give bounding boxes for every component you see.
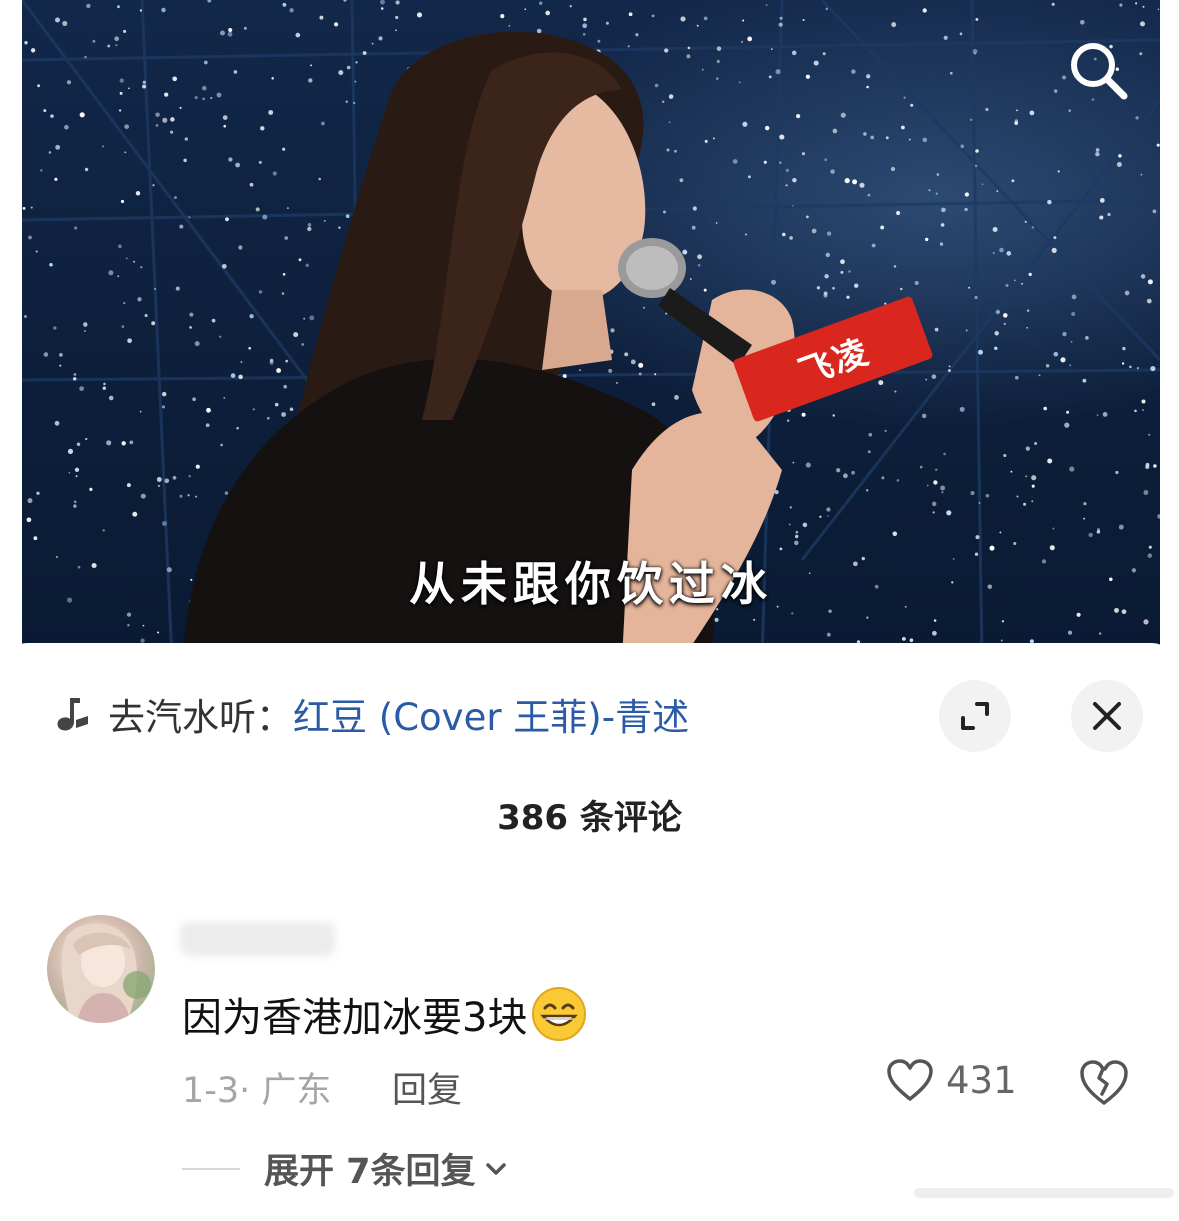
expand-replies-button[interactable]: 展开 7条回复	[182, 1143, 510, 1194]
dislike-button[interactable]	[1078, 1058, 1130, 1110]
expand-button[interactable]	[939, 680, 1011, 752]
music-link-row[interactable]: 去汽水听： 红豆 (Cover 王菲)-青述	[50, 683, 689, 745]
grinning-face-icon	[532, 987, 587, 1041]
close-button[interactable]	[1071, 680, 1143, 752]
bottom-scroll-indicator	[914, 1188, 1174, 1198]
comment-text: 因为香港加冰要3块	[182, 995, 528, 1041]
chevron-down-icon	[485, 1162, 506, 1175]
song-title-link[interactable]: 红豆 (Cover 王菲)-青述	[293, 687, 689, 741]
broken-heart-icon	[1080, 1060, 1128, 1105]
music-note-icon	[57, 698, 88, 731]
avatar[interactable]	[47, 915, 155, 1023]
comment-count: 386 条评论	[497, 798, 682, 838]
video-player[interactable]: 飞凌 从未跟你饮过冰	[22, 0, 1160, 660]
heart-icon	[887, 1059, 933, 1101]
search-button[interactable]	[1062, 34, 1134, 106]
expand-icon	[961, 702, 989, 730]
music-prefix: 去汽水听：	[108, 696, 293, 739]
search-icon	[1071, 43, 1128, 100]
close-icon	[1093, 702, 1121, 730]
comment-date-location: 1-3· 广东	[182, 1071, 332, 1111]
reply-button[interactable]: 回复	[392, 1062, 462, 1113]
expand-replies-label: 展开 7条回复	[264, 1152, 476, 1192]
like-count: 431	[946, 1058, 1017, 1102]
comment-body: 因为香港加冰要3块	[182, 985, 587, 1043]
username-blurred[interactable]	[180, 922, 335, 956]
avatar-illustration	[61, 923, 151, 1023]
like-button[interactable]: 431	[886, 1058, 1017, 1102]
expand-divider	[182, 1167, 240, 1170]
video-subtitle: 从未跟你饮过冰	[409, 557, 773, 611]
